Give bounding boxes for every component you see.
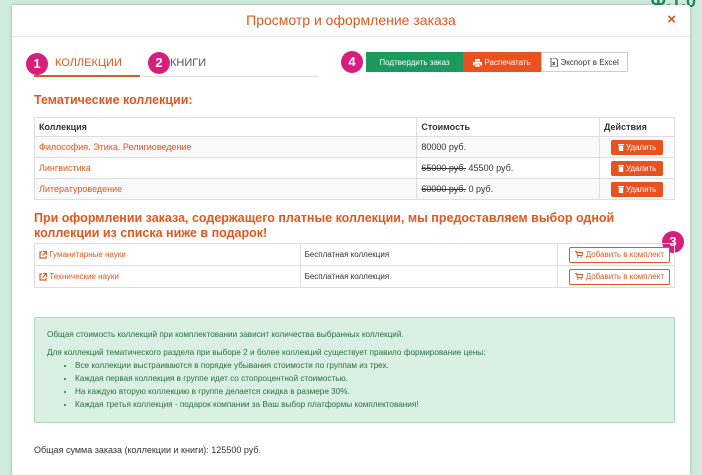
column-header: Коллекция xyxy=(33,117,418,137)
table-row: Литературоведение 60000 руб. 0 руб. Удал… xyxy=(33,178,675,200)
tabs: КОЛЛЕКЦИИ 1 КНИГИ 2 xyxy=(26,50,324,77)
cart-icon xyxy=(575,272,584,280)
action-bar: Подтвердить заказ Распечатать Экспорт в … xyxy=(366,52,628,72)
thematic-collections-table: Коллекция Стоимость Действия Философия. … xyxy=(33,117,675,200)
table-row: Лингвистика 65000 руб. 45500 руб. Удалит… xyxy=(33,157,675,179)
tab-books-label: КНИГИ xyxy=(170,57,207,69)
print-button-label: Распечатать xyxy=(484,58,531,67)
order-modal: Просмотр и оформление заказа × КОЛЛЕКЦИИ… xyxy=(12,5,690,475)
table-row: Технические науки Бесплатная коллекция Д… xyxy=(34,265,675,288)
gift-collections-table: Гуманитарные науки Бесплатная коллекция … xyxy=(34,243,675,288)
annotation-badge-4: 4 xyxy=(341,51,363,73)
collection-link[interactable]: Лингвистика xyxy=(39,163,91,173)
export-button-label: Экспорт в Excel xyxy=(560,58,619,67)
delete-button[interactable]: Удалить xyxy=(610,139,664,155)
modal-title: Просмотр и оформление заказа xyxy=(246,12,456,28)
pricing-rules-list: Все коллекции выстраиваются в порядке уб… xyxy=(47,359,662,411)
info-text: Для коллекций тематического раздела при … xyxy=(47,348,486,357)
confirm-order-button[interactable]: Подтвердить заказ xyxy=(366,52,463,72)
table-row: Философия. Этика. Религиоведение 80000 р… xyxy=(33,136,675,158)
add-to-set-button[interactable]: Добавить в комплект xyxy=(569,268,670,285)
old-price: 60000 руб. xyxy=(421,184,467,194)
delete-button[interactable]: Удалить xyxy=(610,181,664,197)
trash-icon xyxy=(617,143,624,151)
gift-status: Бесплатная коллекция xyxy=(304,272,390,281)
export-excel-button[interactable]: Экспорт в Excel xyxy=(541,52,628,72)
tab-collections-label: КОЛЛЕКЦИИ xyxy=(55,57,122,69)
gift-section-title: При оформлении заказа, содержащего платн… xyxy=(34,211,615,240)
gift-status: Бесплатная коллекция xyxy=(304,250,390,259)
external-link-icon xyxy=(39,250,47,259)
collection-link[interactable]: Литературоведение xyxy=(39,184,122,194)
modal-header: Просмотр и оформление заказа × xyxy=(12,5,690,37)
delete-button[interactable]: Удалить xyxy=(610,160,664,176)
list-item: Каждая первая коллекция в группе идет со… xyxy=(75,372,662,385)
table-row: Гуманитарные науки Бесплатная коллекция … xyxy=(34,243,675,266)
annotation-badge-1: 1 xyxy=(26,53,48,75)
old-price: 65000 руб. xyxy=(421,163,467,173)
column-header: Действия xyxy=(599,117,675,137)
excel-file-icon xyxy=(550,58,559,68)
delete-label: Удалить xyxy=(625,163,657,173)
annotation-badge-2: 2 xyxy=(148,52,170,74)
print-button[interactable]: Распечатать xyxy=(463,52,541,72)
external-link-icon xyxy=(39,272,47,281)
order-total: Общая сумма заказа (коллекции и книги): … xyxy=(34,445,261,455)
tab-collections[interactable]: КОЛЛЕКЦИИ xyxy=(34,50,140,77)
add-label: Добавить в комплект xyxy=(585,271,664,281)
trash-icon xyxy=(617,185,624,193)
add-label: Добавить в комплект xyxy=(585,249,664,259)
gift-collection-link[interactable]: Технические науки xyxy=(49,272,119,281)
printer-icon xyxy=(473,58,483,67)
gift-collection-link[interactable]: Гуманитарные науки xyxy=(49,250,126,259)
thematic-section-title: Тематические коллекции: xyxy=(34,93,193,107)
delete-label: Удалить xyxy=(625,184,657,194)
column-header: Стоимость xyxy=(416,117,601,137)
list-item: Все коллекции выстраиваются в порядке уб… xyxy=(75,359,662,372)
cart-icon xyxy=(575,250,584,258)
table-header-row: Коллекция Стоимость Действия xyxy=(33,117,675,137)
info-text: Общая стоимость коллекций при комплектов… xyxy=(47,330,404,339)
pricing-info-box: Общая стоимость коллекций при комплектов… xyxy=(34,317,675,423)
close-button[interactable]: × xyxy=(667,11,676,28)
list-item: На каждую вторую коллекцию в группе дела… xyxy=(75,385,662,398)
price: 45500 руб. xyxy=(468,163,514,173)
price: 80000 руб. xyxy=(421,142,467,152)
delete-label: Удалить xyxy=(625,142,657,152)
list-item: Каждая третья коллекция - подарок компан… xyxy=(75,398,662,411)
add-to-set-button[interactable]: Добавить в комплект xyxy=(569,246,670,263)
collection-link[interactable]: Философия. Этика. Религиоведение xyxy=(39,142,192,152)
trash-icon xyxy=(617,164,624,172)
price: 0 руб. xyxy=(468,184,494,194)
